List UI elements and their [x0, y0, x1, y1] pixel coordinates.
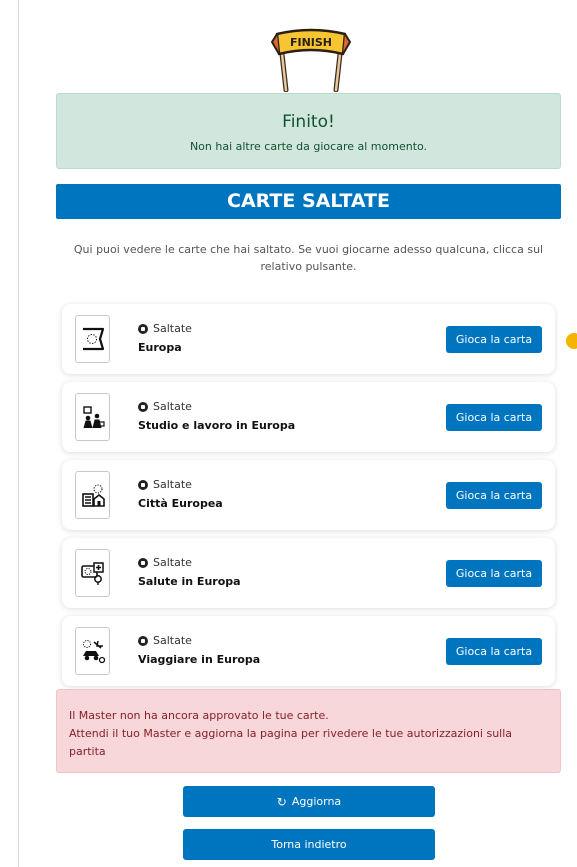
refresh-button-label: Aggiorna: [291, 795, 342, 808]
card-status-label: Saltate: [153, 400, 192, 413]
skipped-cards-intro: Qui puoi vedere le carte che hai saltato…: [73, 243, 544, 273]
eu-flag-icon: [75, 315, 110, 363]
finished-alert: Finito! Non hai altre carte da giocare a…: [56, 93, 561, 169]
master-approval-line-1: Il Master non ha ancora approvato le tue…: [69, 709, 329, 722]
skipped-card: Saltate Europa Gioca la carta: [62, 304, 555, 374]
card-name: Studio e lavoro in Europa: [138, 419, 296, 432]
finish-banner-icon: FINISH: [271, 28, 351, 92]
card-status-label: Saltate: [153, 634, 192, 647]
card-status-label: Saltate: [153, 322, 192, 335]
skipped-status-icon: [138, 557, 148, 568]
card-name: Città Europea: [138, 497, 223, 510]
skipped-status-icon: [138, 635, 148, 646]
refresh-button[interactable]: ↻ Aggiorna: [183, 786, 435, 817]
skipped-cards-list: Saltate Europa Gioca la carta Saltate St…: [62, 304, 555, 694]
decorative-sun-icon: [566, 333, 577, 349]
skipped-card: Saltate Studio e lavoro in Europa Gioca …: [62, 382, 555, 452]
card-status: Saltate: [138, 634, 192, 647]
card-name: Viaggiare in Europa: [138, 653, 261, 666]
page-left-border: [18, 0, 19, 867]
finish-banner-label: FINISH: [290, 36, 332, 49]
play-card-button[interactable]: Gioca la carta: [446, 560, 542, 587]
card-status-label: Saltate: [153, 478, 192, 491]
skipped-card: Saltate Salute in Europa Gioca la carta: [62, 538, 555, 608]
study-work-icon: [75, 393, 110, 441]
skipped-cards-header: CARTE SALTATE: [56, 184, 561, 219]
skipped-status-icon: [138, 479, 148, 490]
card-status-label: Saltate: [153, 556, 192, 569]
finished-alert-message: Non hai altre carte da giocare al moment…: [189, 140, 428, 153]
play-card-button[interactable]: Gioca la carta: [446, 404, 542, 431]
play-card-button[interactable]: Gioca la carta: [446, 638, 542, 665]
card-name: Salute in Europa: [138, 575, 241, 588]
skipped-status-icon: [138, 323, 148, 334]
card-status: Saltate: [138, 556, 192, 569]
skipped-card: Saltate Città Europea Gioca la carta: [62, 460, 555, 530]
card-name: Europa: [138, 341, 182, 354]
play-card-button[interactable]: Gioca la carta: [446, 326, 542, 353]
card-status: Saltate: [138, 478, 192, 491]
skipped-status-icon: [138, 401, 148, 412]
card-status: Saltate: [138, 322, 192, 335]
city-icon: [75, 471, 110, 519]
card-status: Saltate: [138, 400, 192, 413]
master-approval-alert: Il Master non ha ancora approvato le tue…: [56, 689, 561, 773]
health-card-icon: [75, 549, 110, 597]
finished-alert-title: Finito!: [282, 112, 335, 132]
travel-icon: [75, 627, 110, 675]
master-approval-line-2: Attendi il tuo Master e aggiorna la pagi…: [69, 727, 513, 758]
refresh-icon: ↻: [276, 794, 287, 809]
skipped-card: Saltate Viaggiare in Europa Gioca la car…: [62, 616, 555, 686]
play-card-button[interactable]: Gioca la carta: [446, 482, 542, 509]
back-button[interactable]: Torna indietro: [183, 829, 435, 860]
